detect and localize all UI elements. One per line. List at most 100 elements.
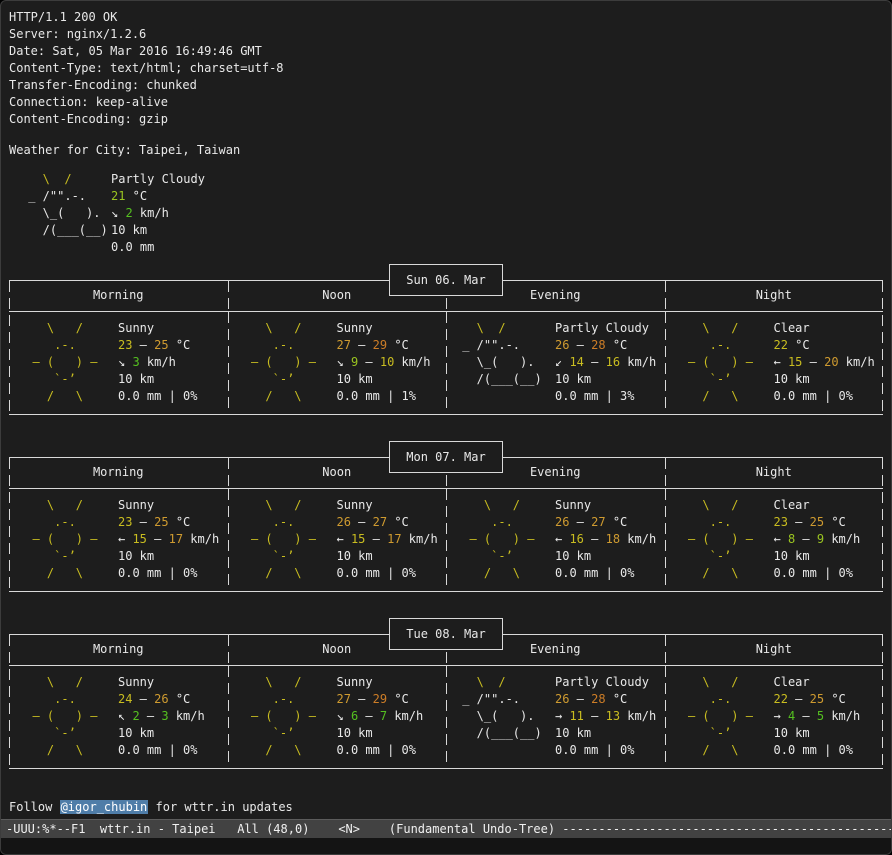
footer-suffix: for wttr.in updates <box>148 800 293 814</box>
value-segment: ↙ <box>555 355 569 369</box>
icon-art-row: /(___(__) <box>455 371 555 388</box>
value-segment: 26 <box>337 515 351 529</box>
icon-art-row: _ /"".-. <box>455 337 555 354</box>
value-segment: 25 <box>810 692 824 706</box>
value-segment: – <box>584 355 606 369</box>
value-segment: km/h <box>402 532 438 546</box>
precipitation-value: 0.0 mm | 0% <box>555 742 656 759</box>
value-segment: 16 <box>606 355 620 369</box>
condition-text: Sunny <box>337 674 424 691</box>
icon-art-row: ― ( ) ― <box>674 531 774 548</box>
value-segment: °C <box>824 692 846 706</box>
partly-cloudy-icon: \ / _ /"".-. \_( ). /(___(__) <box>455 320 555 405</box>
value-segment: km/h <box>824 532 860 546</box>
icon-art-row: \_( ). <box>21 205 111 222</box>
value-segment: 17 <box>387 532 401 546</box>
wind-value: ↘ 2 km/h <box>111 205 205 222</box>
value-segment: 26 <box>555 338 569 352</box>
temperature-value: 26 – 28 °C <box>555 337 656 354</box>
value-segment: 29 <box>373 338 387 352</box>
icon-art-row: `-’ <box>237 371 337 388</box>
value-segment: 25 <box>810 515 824 529</box>
icon-art-row: / \ <box>18 565 118 582</box>
date-box-wrap: Sun 06. Mar <box>9 264 883 296</box>
value-segment: km/h <box>387 709 423 723</box>
value-segment: 27 <box>591 515 605 529</box>
weather-info: Clear22 – 25 °C→ 4 – 5 km/h10 km0.0 mm |… <box>774 674 861 759</box>
icon-art-row: .-. <box>18 691 118 708</box>
icon-art-row: \_( ). <box>455 708 555 725</box>
value-segment: 13 <box>606 709 620 723</box>
value-segment: – <box>358 709 380 723</box>
value-segment: 23 <box>118 515 132 529</box>
value-segment: km/h <box>140 355 176 369</box>
weather-block: \ / .-. ― ( ) ― `-’ / \Sunny27 – 29 °C↘ … <box>237 320 447 405</box>
icon-art-row: .-. <box>237 514 337 531</box>
condition-text: Sunny <box>337 320 431 337</box>
icon-art-row: .-. <box>18 514 118 531</box>
forecast-table: MorningNoonEveningNight \ / .-. ― ( ) ― … <box>9 457 883 592</box>
value-segment: 23 <box>118 338 132 352</box>
value-segment: 17 <box>169 532 183 546</box>
weather-info: Sunny23 – 25 °C↘ 3 km/h10 km0.0 mm | 0% <box>118 320 197 405</box>
value-segment: 21 <box>111 189 125 203</box>
visibility-value: 10 km <box>337 548 438 565</box>
value-segment: 18 <box>606 532 620 546</box>
value-segment: 20 <box>824 355 838 369</box>
icon-art-row: / \ <box>237 565 337 582</box>
visibility-value: 10 km <box>774 548 861 565</box>
forecast-cell: \ / .-. ― ( ) ― `-’ / \Sunny27 – 29 °C↘ … <box>228 312 447 414</box>
temperature-value: 26 – 27 °C <box>555 514 656 531</box>
forecast-cell: \ / _ /"".-. \_( ). /(___(__) Partly Clo… <box>446 666 665 768</box>
value-segment: °C <box>387 692 409 706</box>
value-segment: 11 <box>569 709 583 723</box>
condition-text: Sunny <box>118 320 197 337</box>
icon-art-row: / \ <box>237 388 337 405</box>
wind-value: ↖ 2 – 3 km/h <box>118 708 205 725</box>
sunny-icon: \ / .-. ― ( ) ― `-’ / \ <box>237 320 337 405</box>
weather-info: Partly Cloudy26 – 28 °C↙ 14 – 16 km/h10 … <box>555 320 656 405</box>
value-segment: → <box>774 709 788 723</box>
value-segment: km/h <box>620 709 656 723</box>
footer-prefix: Follow <box>9 800 60 814</box>
visibility-value: 10 km <box>774 371 875 388</box>
forecast-day: Sun 06. MarMorningNoonEveningNight \ / .… <box>9 264 883 415</box>
weather-block: \ / .-. ― ( ) ― `-’ / \Sunny26 – 27 °C← … <box>455 497 665 582</box>
forecast-cell: \ / .-. ― ( ) ― `-’ / \Sunny23 – 25 °C↘ … <box>9 312 228 414</box>
sunny-icon: \ / .-. ― ( ) ― `-’ / \ <box>18 497 118 582</box>
icon-art-row <box>455 388 555 405</box>
forecast-cell: \ / .-. ― ( ) ― `-’ / \Sunny26 – 27 °C← … <box>228 489 447 591</box>
value-segment: ↘ <box>337 355 351 369</box>
icon-art-row: / \ <box>455 565 555 582</box>
twitter-handle-link[interactable]: @igor_chubin <box>60 800 149 814</box>
value-segment: 27 <box>337 338 351 352</box>
value-segment: – <box>147 532 169 546</box>
precipitation-value: 0.0 mm | 0% <box>774 742 861 759</box>
value-segment: 26 <box>555 692 569 706</box>
visibility-value: 10 km <box>118 725 205 742</box>
temperature-value: 26 – 28 °C <box>555 691 656 708</box>
icon-art-row: `-’ <box>237 548 337 565</box>
forecast-cell: \ / _ /"".-. \_( ). /(___(__) Partly Clo… <box>446 312 665 414</box>
table-body-row: \ / .-. ― ( ) ― `-’ / \Sunny24 – 26 °C↖ … <box>9 666 883 768</box>
value-segment: ↘ <box>111 206 125 220</box>
value-segment: – <box>795 532 817 546</box>
current-conditions: \ / _ /"".-. \_( ). /(___(__) Partly Clo… <box>21 171 881 256</box>
icon-art-row: .-. <box>18 337 118 354</box>
forecast-day: Mon 07. MarMorningNoonEveningNight \ / .… <box>9 441 883 592</box>
value-segment: 15 <box>132 532 146 546</box>
weather-block: \ / .-. ― ( ) ― `-’ / \Sunny26 – 27 °C← … <box>237 497 447 582</box>
weather-info: Sunny24 – 26 °C↖ 2 – 3 km/h10 km0.0 mm |… <box>118 674 205 759</box>
value-segment: °C <box>387 338 409 352</box>
wind-value: ← 15 – 20 km/h <box>774 354 875 371</box>
value-segment: – <box>788 515 810 529</box>
value-segment: °C <box>169 338 191 352</box>
precipitation-value: 0.0 mm | 0% <box>555 565 656 582</box>
value-segment: km/h <box>839 355 875 369</box>
weather-block: \ / .-. ― ( ) ― `-’ / \Clear22 °C← 15 – … <box>674 320 884 405</box>
icon-art-row: \ / <box>237 497 337 514</box>
precipitation-value: 0.0 mm | 0% <box>118 388 197 405</box>
date-box-wrap: Tue 08. Mar <box>9 618 883 650</box>
value-segment: km/h <box>169 709 205 723</box>
value-segment: °C <box>824 515 846 529</box>
